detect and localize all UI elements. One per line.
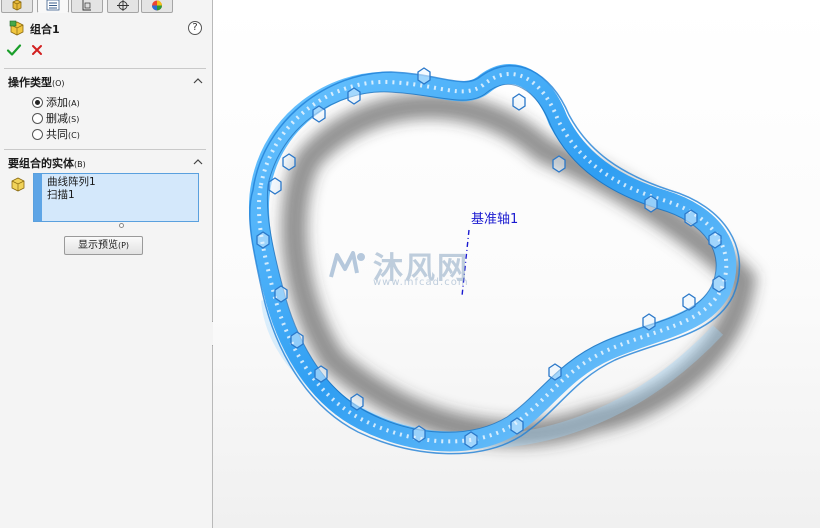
dimxpert-icon xyxy=(117,0,129,11)
radio-subtract-label: 删减(S) xyxy=(46,112,80,125)
radio-subtract[interactable]: 删减(S) xyxy=(32,110,79,126)
hex-nut xyxy=(256,231,270,249)
hex-nut xyxy=(347,87,361,105)
hex-nut xyxy=(464,431,478,449)
chevron-up-icon xyxy=(193,78,203,84)
radio-common-label: 共同(C) xyxy=(46,128,80,141)
radio-common[interactable]: 共同(C) xyxy=(32,126,80,142)
ok-button[interactable] xyxy=(6,42,22,58)
feature-tree-icon xyxy=(12,0,22,11)
operation-type-heading: 操作类型(O) xyxy=(8,76,65,89)
radio-subtract-button[interactable] xyxy=(32,112,43,124)
hex-nut xyxy=(552,155,566,173)
model-scene xyxy=(248,64,757,455)
list-item[interactable]: 曲线阵列1 xyxy=(47,176,96,189)
bodies-heading: 要组合的实体(B) xyxy=(8,157,86,170)
radio-common-button[interactable] xyxy=(32,128,43,140)
hex-nut xyxy=(512,93,526,111)
collapse-bodies-button[interactable] xyxy=(193,157,203,167)
help-icon: ? xyxy=(192,22,198,33)
close-icon xyxy=(32,45,42,55)
check-icon xyxy=(6,44,22,56)
hex-nut xyxy=(268,177,282,195)
radio-add-button[interactable] xyxy=(32,96,43,108)
tab-feature-manager[interactable] xyxy=(1,0,33,13)
section-divider xyxy=(4,68,206,69)
show-preview-button[interactable]: 显示预览(P) xyxy=(64,236,143,255)
property-manager-panel: 组合1 ? 操作类型(O) 添加(A) 删减(S) 共同(C) 要组合的实体(B… xyxy=(0,0,213,528)
radio-add[interactable]: 添加(A) xyxy=(32,94,80,110)
appearance-icon xyxy=(152,0,162,11)
hex-nut xyxy=(682,293,696,311)
hex-nut xyxy=(708,231,722,249)
chevron-up-icon xyxy=(193,159,203,165)
hex-nut xyxy=(644,195,658,213)
collapse-operation-button[interactable] xyxy=(193,76,203,86)
hex-nut xyxy=(350,393,364,411)
hex-nut xyxy=(274,285,288,303)
hex-nut xyxy=(290,331,304,349)
hex-nut xyxy=(314,365,328,383)
hex-nut xyxy=(282,153,296,171)
solid-body-icon xyxy=(11,177,25,192)
hex-nut xyxy=(684,209,698,227)
tab-configuration-manager[interactable] xyxy=(71,0,103,13)
list-item[interactable]: 扫描1 xyxy=(47,189,75,202)
combine-feature-icon xyxy=(9,20,24,36)
property-manager-icon xyxy=(46,0,60,11)
graphics-viewport[interactable]: 基准轴1 沐风网 www.mfcad.com xyxy=(213,0,820,528)
watermark-url: www.mfcad.com xyxy=(373,277,469,288)
selection-active-bar xyxy=(34,174,42,221)
cancel-button[interactable] xyxy=(29,42,45,58)
panel-title: 组合1 xyxy=(30,23,60,36)
hex-nut xyxy=(417,67,431,85)
hex-nut xyxy=(412,425,426,443)
panel-title-row: 组合1 ? xyxy=(0,18,213,38)
help-button[interactable]: ? xyxy=(188,21,202,35)
list-resize-handle[interactable] xyxy=(119,223,124,228)
tab-dimxpert-manager[interactable] xyxy=(107,0,139,13)
tab-property-manager[interactable] xyxy=(37,0,69,13)
hex-nut xyxy=(548,363,562,381)
section-divider xyxy=(4,149,206,150)
mfcad-logo-icon xyxy=(329,251,365,278)
bodies-selection-list[interactable]: 曲线阵列1 扫描1 xyxy=(33,173,199,222)
tab-display-manager[interactable] xyxy=(141,0,173,13)
hex-nut xyxy=(712,275,726,293)
panel-tab-bar xyxy=(0,0,213,13)
hex-nut xyxy=(642,313,656,331)
hex-nut xyxy=(510,417,524,435)
radio-add-label: 添加(A) xyxy=(46,96,80,109)
site-watermark: 沐风网 www.mfcad.com xyxy=(327,243,469,288)
configuration-icon xyxy=(82,0,91,11)
datum-axis-label[interactable]: 基准轴1 xyxy=(471,208,518,227)
hex-nut xyxy=(312,105,326,123)
